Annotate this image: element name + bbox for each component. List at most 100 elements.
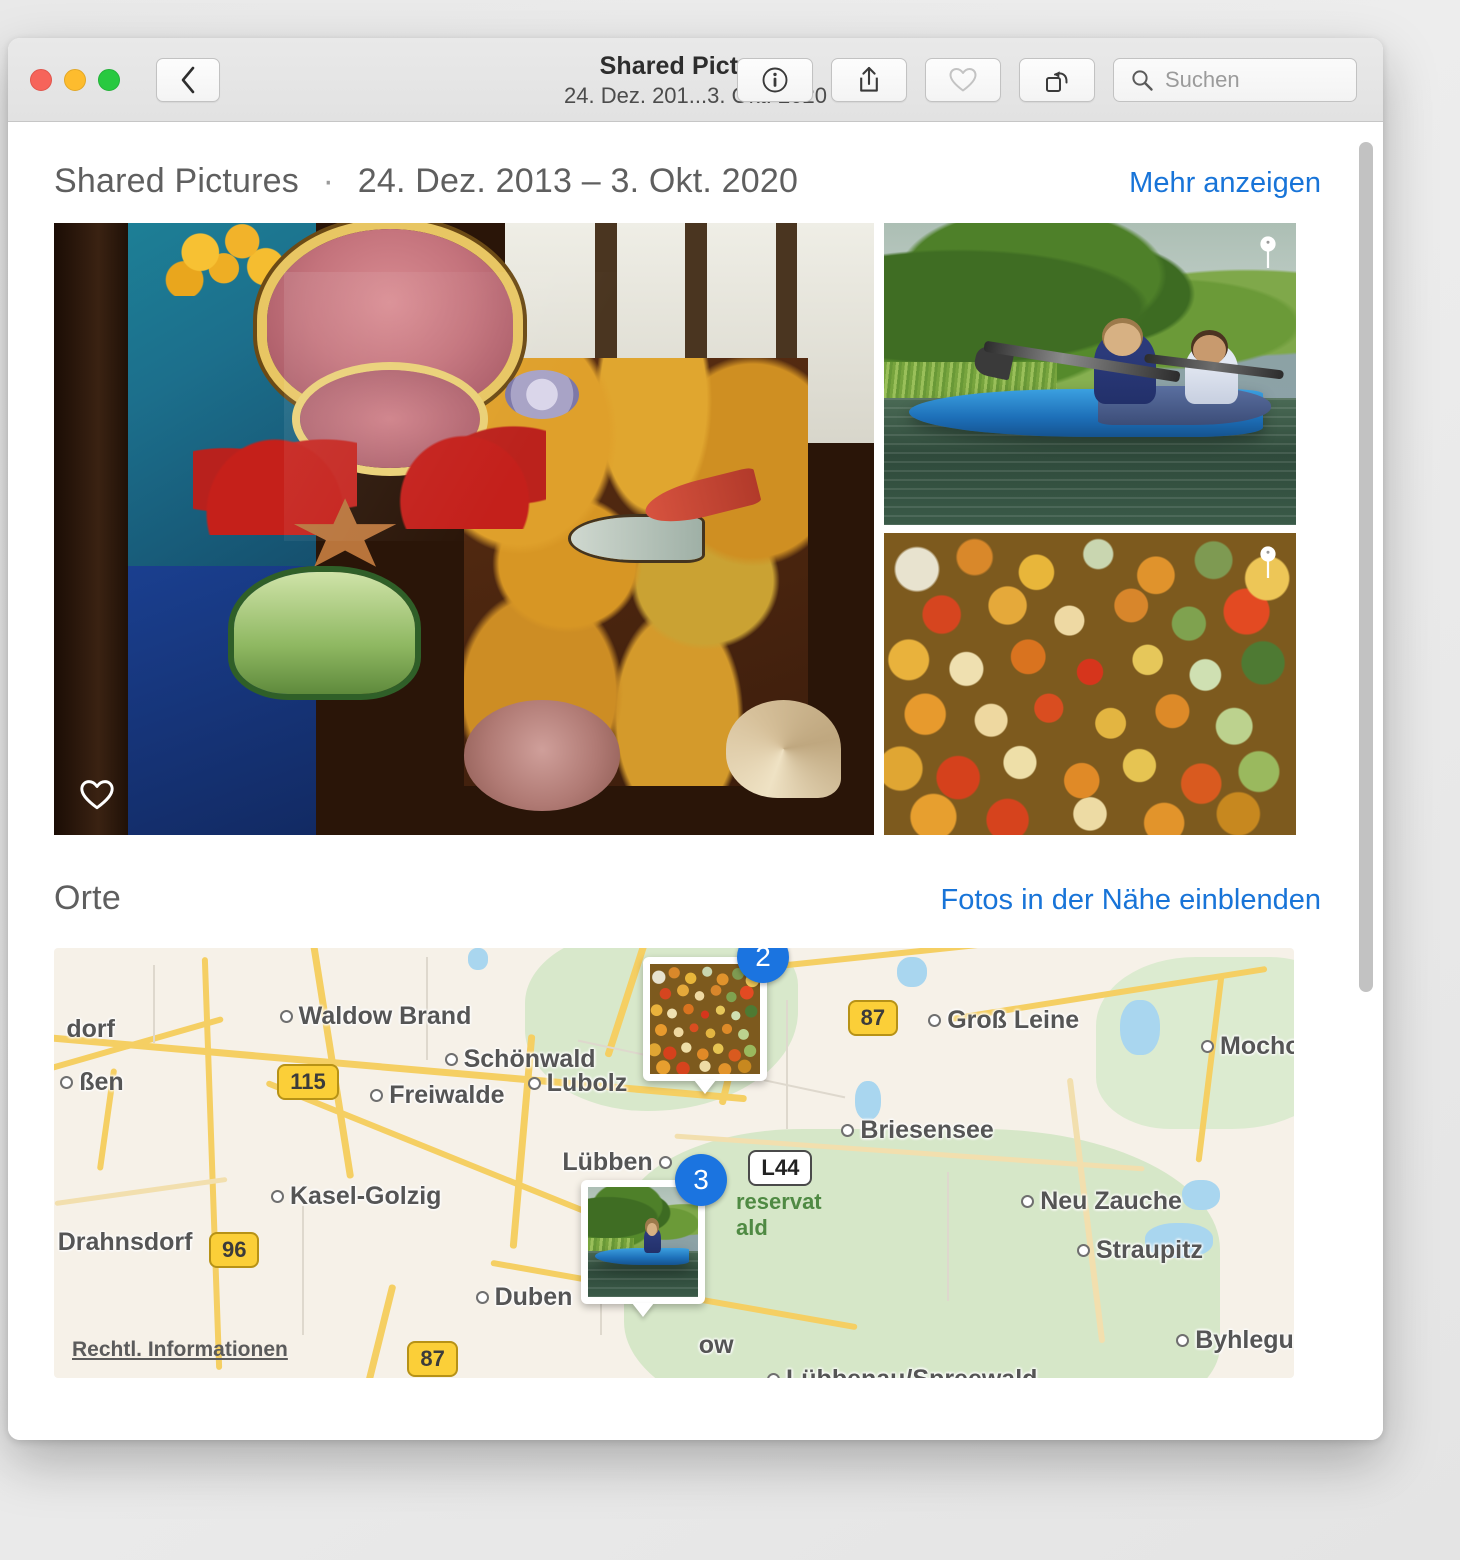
search-field[interactable]: Suchen	[1113, 57, 1357, 102]
cluster-count-badge: 3	[675, 1154, 727, 1207]
map-town-dot	[527, 1077, 541, 1091]
map-lake	[1182, 1180, 1220, 1211]
rotate-icon	[1046, 70, 1068, 92]
close-button[interactable]	[30, 68, 52, 91]
photo-grid	[54, 223, 1296, 837]
photo-favorite-badge[interactable]	[78, 778, 116, 817]
scroll-area[interactable]: Shared Pictures · 24. Dez. 2013 – 3. Okt…	[8, 122, 1383, 1440]
vertical-scrollbar[interactable]	[1356, 126, 1376, 1436]
window-content: Shared Pictures · 24. Dez. 2013 – 3. Okt…	[8, 122, 1383, 1440]
map-road	[362, 1284, 397, 1378]
map-town-label: ßen	[60, 1068, 124, 1097]
info-button[interactable]	[737, 57, 813, 102]
map-road-shield: 87	[407, 1341, 458, 1378]
memory-title-row: Shared Pictures · 24. Dez. 2013 – 3. Okt…	[54, 162, 798, 201]
maximize-button[interactable]	[98, 68, 120, 91]
scrollbar-thumb[interactable]	[1359, 142, 1373, 992]
map-town-dot	[1021, 1194, 1035, 1208]
heart-icon	[949, 67, 977, 91]
map-lake	[468, 948, 488, 970]
map-lake	[1120, 999, 1161, 1056]
map-town-label: Lubolz	[527, 1069, 627, 1098]
favorite-button[interactable]	[925, 57, 1001, 102]
map-cluster-decorative-gourds[interactable]: 2	[643, 948, 789, 1081]
location-pin-badge	[1258, 545, 1278, 586]
photo-kayak-on-river[interactable]	[884, 223, 1296, 525]
map-town-label: Byhleguhr	[1176, 1326, 1294, 1355]
heart-icon	[80, 780, 114, 810]
map-minor-road	[946, 1171, 949, 1301]
rotate-button[interactable]	[1019, 57, 1095, 102]
back-button[interactable]	[156, 57, 220, 102]
map-town-dot	[658, 1155, 672, 1169]
map-town-dot	[767, 1373, 780, 1378]
photo-stained-glass-window[interactable]	[54, 223, 874, 835]
map-town-dot	[1176, 1334, 1190, 1348]
map-town-name: Mocho	[1220, 1031, 1294, 1060]
map-lake	[897, 956, 927, 987]
map-town-label: dorf	[66, 1015, 115, 1044]
map-town-label: Mocho	[1201, 1032, 1294, 1061]
places-title: Orte	[54, 879, 121, 917]
map-town-name: Straupitz	[1096, 1236, 1203, 1265]
map-town-dot	[271, 1190, 284, 1204]
gourds-artwork	[884, 533, 1296, 835]
chevron-left-icon	[181, 66, 195, 93]
map-pin-icon	[1260, 236, 1276, 268]
map-town-name: Briesensee	[860, 1115, 994, 1144]
map-town-dot	[279, 1009, 293, 1023]
map-cluster-kayak-on-river[interactable]: 3	[581, 1154, 727, 1305]
map-town-dot	[370, 1089, 384, 1103]
map-town-dot	[1201, 1039, 1214, 1053]
toolbar-actions: Suchen	[737, 57, 1357, 102]
places-map[interactable]: reservat ald dorf ßen Waldow Brand Schönwal…	[54, 948, 1294, 1378]
map-town-dot	[475, 1291, 489, 1305]
kayak-artwork	[588, 1187, 698, 1298]
map-town-name: Kasel-Golzig	[290, 1182, 442, 1211]
memory-header: Shared Pictures · 24. Dez. 2013 – 3. Okt…	[8, 122, 1383, 201]
map-reserve-label-line1: reservat	[736, 1188, 822, 1214]
map-town-label: Lübbenau/Spreewald	[767, 1365, 1037, 1378]
map-road-shield: 115	[277, 1064, 339, 1101]
cluster-thumbnail[interactable]: 2	[643, 948, 789, 1081]
search-input[interactable]: Suchen	[1165, 67, 1240, 93]
map-town-name: dorf	[66, 1014, 115, 1043]
map-town-name: Waldow Brand	[298, 1001, 472, 1030]
window-controls	[30, 68, 120, 91]
share-button[interactable]	[831, 57, 907, 102]
share-icon	[860, 66, 878, 92]
search-icon	[1132, 69, 1153, 91]
map-minor-road	[302, 1206, 304, 1335]
memory-title: Shared Pictures	[54, 162, 299, 200]
show-more-link[interactable]: Mehr anzeigen	[1129, 167, 1321, 200]
map-town-name: Neu Zauche	[1040, 1186, 1182, 1215]
cluster-thumbnail[interactable]: 3	[581, 1154, 727, 1305]
map-legal-link[interactable]: Rechtl. Informationen	[72, 1338, 288, 1362]
map-lake	[855, 1081, 882, 1120]
minimize-button[interactable]	[64, 68, 86, 91]
map-town-dot	[444, 1052, 458, 1066]
map-town-label: Duben	[475, 1283, 572, 1312]
map-pin-icon	[1260, 546, 1276, 578]
info-icon	[762, 67, 788, 92]
location-pin-badge	[1258, 235, 1278, 276]
map-road-shield: L44	[748, 1150, 813, 1187]
window-titlebar: Shared Pictures 24. Dez. 201...3. Okt. 2…	[8, 38, 1383, 122]
map-town-label: Waldow Brand	[279, 1001, 472, 1031]
stained-glass-artwork	[54, 223, 874, 835]
map-town-name: ßen	[79, 1068, 124, 1097]
map-town-label: Groß Leine	[928, 1006, 1079, 1035]
kayak-artwork	[884, 223, 1296, 525]
show-nearby-photos-link[interactable]: Fotos in der Nähe einblenden	[941, 884, 1321, 917]
map-reserve-label-line2: ald	[736, 1214, 768, 1240]
map-town-name: Byhleguhr	[1195, 1326, 1294, 1355]
map-minor-road	[785, 999, 788, 1129]
photos-window: Shared Pictures 24. Dez. 201...3. Okt. 2…	[8, 38, 1383, 1440]
map-town-dot	[928, 1014, 942, 1028]
map-town-label: Briesensee	[841, 1115, 994, 1145]
photo-decorative-gourds[interactable]	[884, 533, 1296, 835]
map-town-label: Lübben	[562, 1148, 672, 1177]
map-town-name: Groß Leine	[947, 1006, 1080, 1035]
map-town-label: Neu Zauche	[1021, 1187, 1182, 1216]
map-town-label: Kasel-Golzig	[271, 1182, 441, 1211]
